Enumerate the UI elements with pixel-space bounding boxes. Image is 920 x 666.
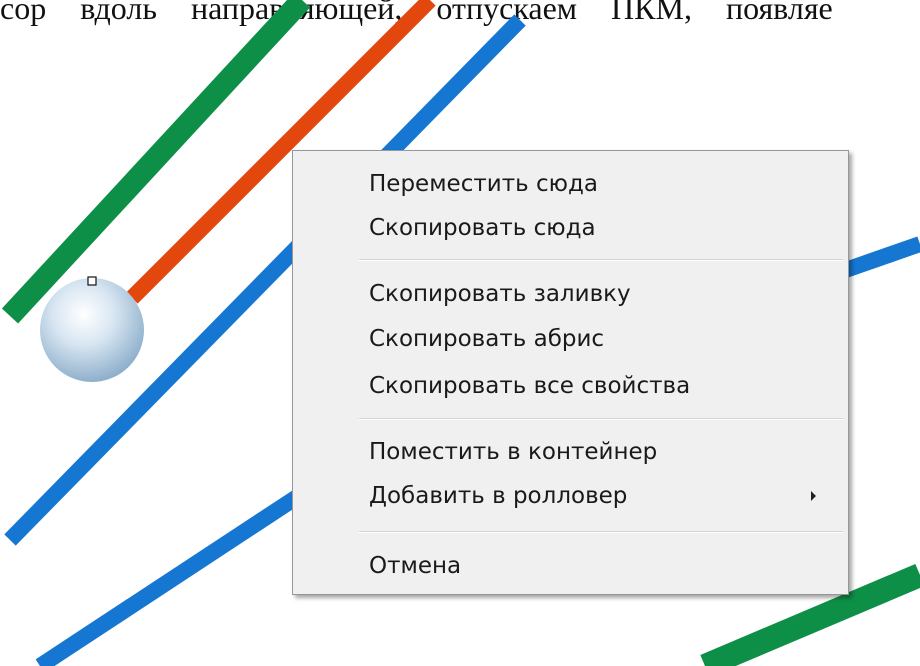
submenu-arrow-icon — [811, 491, 816, 501]
menu-item-move-here[interactable]: Переместить сюда — [295, 163, 846, 205]
menu-item-copy-here[interactable]: Скопировать сюда — [295, 207, 846, 249]
menu-item-label: Переместить сюда — [369, 171, 598, 197]
menu-item-copy-outline[interactable]: Скопировать абрис — [295, 318, 846, 360]
blue-line-right[interactable] — [837, 236, 920, 280]
menu-item-copy-fill[interactable]: Скопировать заливку — [295, 273, 846, 315]
blue-line-bottom[interactable] — [35, 488, 305, 666]
menu-item-label: Скопировать все свойства — [369, 373, 691, 399]
sphere-object[interactable] — [40, 278, 144, 382]
selection-handle[interactable] — [87, 276, 97, 286]
menu-item-label: Отмена — [369, 553, 462, 579]
menu-separator — [359, 259, 843, 261]
menu-item-label: Скопировать заливку — [369, 281, 631, 307]
menu-item-label: Поместить в контейнер — [369, 439, 658, 465]
menu-item-cancel[interactable]: Отмена — [295, 545, 846, 587]
context-menu: Переместить сюда Скопировать сюда Скопир… — [292, 150, 849, 595]
menu-item-add-to-rollover[interactable]: Добавить в ролловер — [295, 475, 846, 517]
menu-item-label: Скопировать сюда — [369, 215, 596, 241]
canvas-area[interactable]: сор вдоль направляющей, отпускаем ПКМ, п… — [0, 0, 920, 666]
menu-item-copy-all-properties[interactable]: Скопировать все свойства — [295, 365, 846, 407]
menu-item-label: Добавить в ролловер — [369, 483, 628, 509]
menu-separator — [359, 531, 843, 533]
menu-item-place-in-container[interactable]: Поместить в контейнер — [295, 431, 846, 473]
menu-separator — [359, 418, 843, 420]
menu-item-label: Скопировать абрис — [369, 326, 605, 352]
